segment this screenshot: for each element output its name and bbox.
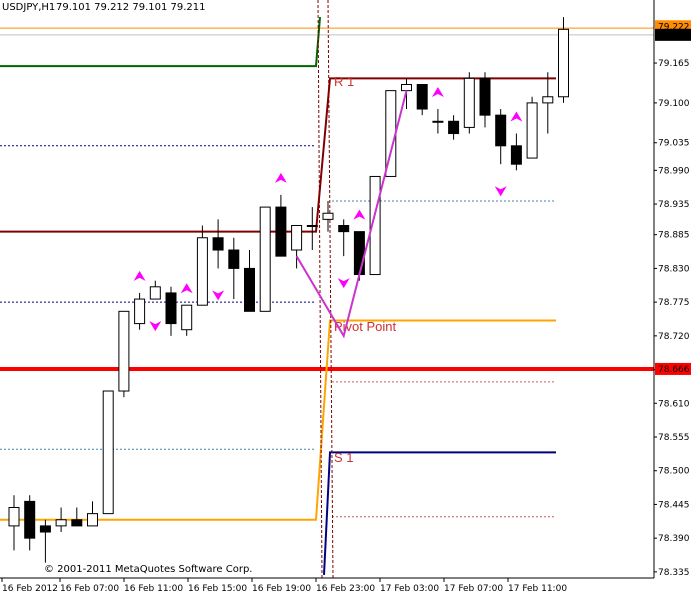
candle-body-6 [102, 390, 114, 515]
candle-body-12 [196, 237, 208, 306]
x-tick-label-3: 16 Feb 15:00 [188, 584, 247, 594]
candle-body-14 [228, 249, 240, 269]
y-tick-label-1: 79.100 [658, 99, 690, 109]
candle-body-34 [542, 96, 554, 104]
candle-body-27 [432, 120, 444, 123]
price-chart[interactable]: R 1 Pivot Point S 1 79.165 79.100 79.035 78.9… [0, 0, 692, 596]
x-tick-label-7: 17 Feb 07:00 [444, 584, 503, 594]
pivot-label-1: Pivot Point [334, 319, 397, 334]
candle-body-16 [259, 206, 271, 312]
y-tick-label-6: 78.830 [658, 264, 690, 274]
candle-body-19 [306, 225, 318, 227]
candle-body-9 [149, 286, 161, 300]
y-tick-label-14: 78.390 [658, 534, 690, 544]
candle-body-18 [291, 225, 303, 251]
y-tick-label-8: 78.720 [658, 332, 690, 342]
level-marker-text: 78.666 [658, 365, 690, 375]
candle-body-35 [558, 28, 569, 98]
candle-body-29 [463, 77, 475, 128]
candle-body-2 [39, 525, 51, 533]
pivot-label-0: R 1 [334, 74, 354, 89]
candle-body-8 [134, 298, 146, 325]
x-tick-label-0: 16 Feb 2012 [2, 584, 58, 594]
y-tick-label-0: 79.165 [658, 59, 690, 69]
candle-body-4 [71, 519, 83, 527]
x-tick-label-5: 16 Feb 23:00 [316, 584, 375, 594]
candle-body-0 [8, 507, 20, 527]
candle-body-30 [479, 77, 491, 116]
y-tick-label-13: 78.445 [658, 500, 690, 510]
candle-body-21 [338, 225, 350, 233]
candle-body-17 [275, 206, 287, 257]
pivot-label-2: S 1 [334, 450, 354, 465]
candle-body-11 [181, 304, 193, 331]
candle-body-7 [118, 310, 130, 392]
x-tick-label-6: 17 Feb 03:00 [380, 584, 439, 594]
x-tick-label-8: 17 Feb 11:00 [508, 584, 567, 594]
y-tick-label-3: 78.990 [658, 166, 690, 176]
candle-body-10 [165, 292, 177, 325]
x-tick-label-1: 16 Feb 07:00 [60, 584, 119, 594]
candle-body-5 [87, 513, 98, 527]
y-tick-label-12: 78.500 [658, 467, 690, 477]
y-tick-label-5: 78.885 [658, 231, 690, 241]
candle-body-25 [401, 84, 412, 92]
y-tick-label-7: 78.775 [658, 298, 690, 308]
candle-body-26 [416, 84, 428, 110]
y-tick-label-15: 78.335 [658, 568, 690, 578]
y-tick-label-10: 78.610 [658, 399, 690, 409]
symbol-label: USDJPY,H1 [2, 2, 55, 13]
candle-body-20 [322, 212, 334, 220]
y-tick-label-4: 78.935 [658, 200, 690, 210]
copyright-label: © 2001-2011 MetaQuotes Software Corp. [44, 564, 252, 575]
candle-body-15 [244, 267, 255, 312]
candle-body-32 [510, 145, 522, 165]
y-tick-label-2: 79.035 [658, 139, 690, 149]
candle-body-3 [55, 519, 67, 527]
candle-body-31 [495, 114, 507, 147]
candle-body-28 [448, 120, 460, 135]
current-marker-text: 79.211 [658, 31, 690, 41]
candle-body-33 [526, 102, 538, 159]
x-tick-label-4: 16 Feb 19:00 [252, 584, 311, 594]
candle-body-1 [24, 500, 36, 539]
y-tick-label-11: 78.555 [658, 433, 690, 443]
ohlc-label: 79.101 79.212 79.101 79.211 [56, 2, 206, 13]
chart-root[interactable]: R 1 Pivot Point S 1 79.165 79.100 79.035 78.9… [0, 0, 692, 596]
x-tick-label-2: 16 Feb 11:00 [124, 584, 183, 594]
candle-body-22 [353, 231, 365, 276]
candle-body-13 [212, 237, 224, 251]
